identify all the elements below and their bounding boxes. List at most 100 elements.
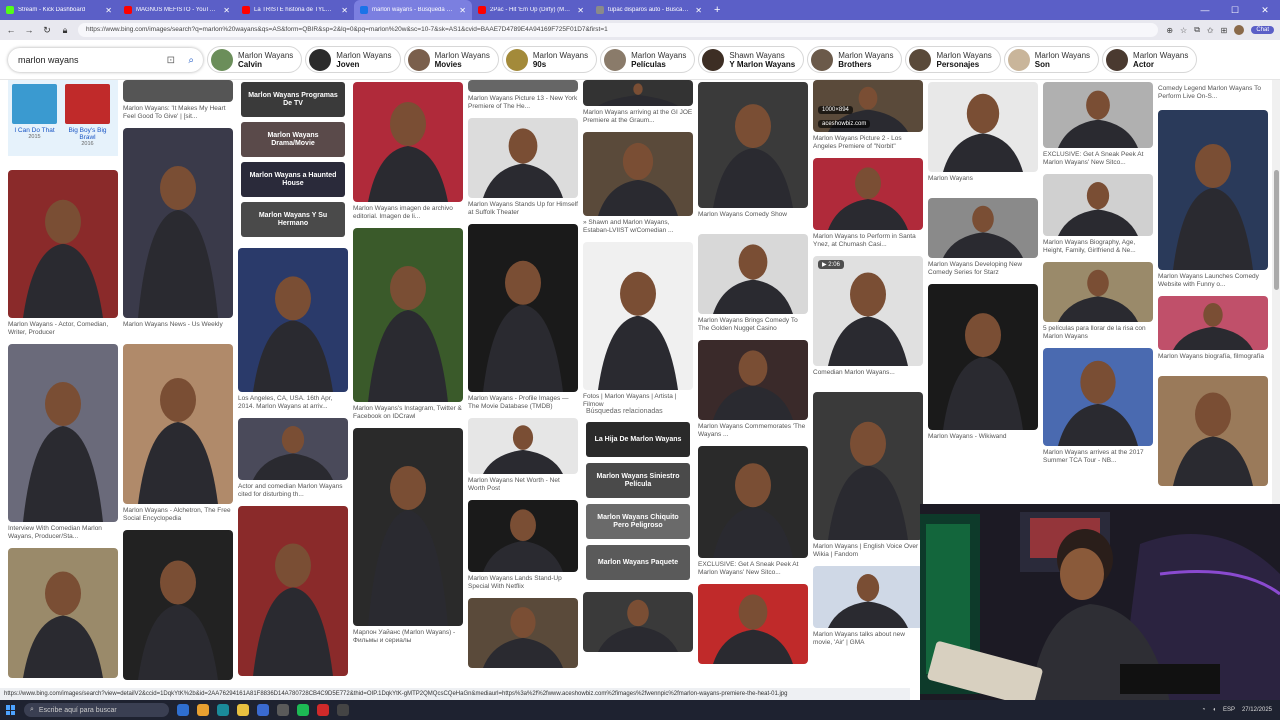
browser-tab[interactable]: tupac disparos auto - Buscar con ✕ [590, 0, 708, 20]
result-thumbnail[interactable] [583, 80, 693, 106]
related-search-chip[interactable]: Marlon Wayans Movies [403, 46, 499, 73]
result-caption[interactable]: Marlon Wayans: 'It Makes My Heart Feel G… [123, 105, 233, 121]
url-field[interactable]: https://www.bing.com/images/search?q=mar… [78, 23, 1159, 37]
result-thumbnail[interactable] [813, 158, 923, 230]
title-tile[interactable]: Big Boy's Big Brawl 2016 [65, 84, 110, 152]
related-search-chip[interactable]: Marlon Wayans Son [1003, 46, 1100, 73]
result-caption[interactable]: Marlon Wayans - Alchetron, The Free Soci… [123, 507, 233, 523]
title-tile[interactable]: I Can Do That 2015 [12, 84, 57, 152]
result-caption[interactable]: Marlon Wayans Brings Comedy To The Golde… [698, 317, 808, 333]
image-result[interactable] [123, 530, 233, 680]
image-result[interactable] [583, 592, 693, 652]
language-icon[interactable]: ESP [1223, 707, 1235, 713]
related-search-chip[interactable]: Marlon Wayans Brothers [807, 46, 903, 73]
volume-icon[interactable]: ◖ [1212, 707, 1216, 713]
result-caption[interactable]: Actor and comedian Marlon Wayans cited f… [238, 483, 348, 499]
wifi-icon[interactable]: ◔ [1202, 707, 1206, 713]
clock-date[interactable]: 27/12/2025 [1242, 707, 1272, 714]
result-thumbnail[interactable] [813, 392, 923, 540]
image-result[interactable]: Marlon Wayans Brings Comedy To The Golde… [698, 234, 808, 333]
result-caption[interactable]: Marlon Wayans Stands Up for Himself at S… [468, 201, 578, 217]
image-result[interactable]: EXCLUSIVE: Get A Sneak Peek At Marlon Wa… [698, 446, 808, 577]
image-result[interactable]: ▶ 2:06 Comedian Marlon Wayans... [813, 256, 923, 385]
tab-close-icon[interactable]: ✕ [223, 6, 230, 15]
result-caption[interactable]: 5 películas para llorar de la risa con M… [1043, 325, 1153, 341]
related-search-tile[interactable]: Marlon Wayans Paquete [586, 545, 690, 580]
related-search-chip[interactable]: Marlon Wayans Joven [305, 46, 401, 73]
browser-tab[interactable]: 2Pac - Hit 'Em Up (Dirty) (Music V ✕ [472, 0, 590, 20]
image-result[interactable] [468, 598, 578, 668]
result-thumbnail[interactable] [468, 80, 578, 92]
result-thumbnail[interactable] [1043, 174, 1153, 236]
image-result[interactable]: Marlon Wayans Developing New Comedy Seri… [928, 198, 1038, 277]
image-result[interactable]: Marlon Wayans - Actor, Comedian, Writer,… [8, 170, 118, 337]
image-result[interactable]: Fotos | Marlon Wayans | Artista | Filmow [583, 242, 693, 409]
result-caption[interactable]: Marlon Wayans arriving at the GI JOE Pre… [583, 109, 693, 125]
result-thumbnail[interactable] [1043, 262, 1153, 322]
search-icon[interactable]: ⌕ [188, 55, 194, 66]
task-view-icon[interactable] [177, 704, 189, 716]
result-thumbnail[interactable] [698, 584, 808, 664]
store-icon[interactable] [257, 704, 269, 716]
image-result[interactable]: Marlon Wayans imagen de archivo editoria… [353, 82, 463, 221]
image-result[interactable]: Marlon Wayans Commemorates 'The Wayans .… [698, 340, 808, 439]
search-input[interactable] [18, 55, 163, 65]
result-thumbnail[interactable] [583, 592, 693, 652]
image-result[interactable]: 5 películas para llorar de la risa con M… [1043, 262, 1153, 341]
file-explorer-icon[interactable] [237, 704, 249, 716]
spotify-icon[interactable] [297, 704, 309, 716]
favorites-icon[interactable]: ✩ [1207, 26, 1214, 35]
result-caption[interactable]: Marlon Wayans Picture 13 - New York Prem… [468, 95, 578, 111]
image-result[interactable]: Marlon Wayans to Perform in Santa Ynez, … [813, 158, 923, 249]
result-caption[interactable]: EXCLUSIVE: Get A Sneak Peek At Marlon Wa… [1043, 151, 1153, 167]
star-icon[interactable]: ☆ [1180, 26, 1187, 35]
browser-tab[interactable]: Stream - Kick Dashboard ✕ [0, 0, 118, 20]
tab-close-icon[interactable]: ✕ [459, 6, 466, 15]
related-search-tile[interactable]: Marlon Wayans a Haunted House [241, 162, 345, 197]
image-result[interactable]: Marlon Wayans Biography, Age, Height, Fa… [1043, 174, 1153, 255]
image-result[interactable]: Los Angeles, CA, USA. 16th Apr, 2014. Ma… [238, 248, 348, 411]
image-result[interactable]: Marlon Wayans [928, 82, 1038, 191]
result-thumbnail[interactable] [928, 198, 1038, 258]
result-caption[interactable]: Marlon Wayans | English Voice Over Wikia… [813, 543, 923, 559]
tab-close-icon[interactable]: ✕ [695, 6, 702, 15]
result-thumbnail[interactable] [1043, 82, 1153, 148]
result-thumbnail[interactable] [928, 284, 1038, 430]
result-thumbnail[interactable] [468, 598, 578, 668]
image-result[interactable]: Marlon Wayans Launches Comedy Website wi… [1158, 110, 1268, 289]
result-thumbnail[interactable] [928, 82, 1038, 172]
scrollbar-thumb[interactable] [1274, 170, 1279, 290]
image-result[interactable]: Marlon Wayans Lands Stand-Up Special Wit… [468, 500, 578, 591]
result-thumbnail[interactable] [238, 248, 348, 392]
result-caption[interactable]: Marlon Wayans Picture 2 - Los Angeles Pr… [813, 135, 923, 151]
result-caption[interactable]: Marlon Wayans imagen de archivo editoria… [353, 205, 463, 221]
related-search-tile[interactable]: Marlon Wayans Y Su Hermano [241, 202, 345, 237]
result-caption[interactable]: Марлон Уайанс (Marlon Wayans) - Фильмы и… [353, 629, 463, 645]
extensions-icon[interactable]: ⧉ [1194, 25, 1200, 35]
recording-app-icon[interactable] [317, 704, 329, 716]
result-thumbnail[interactable] [468, 500, 578, 572]
image-result[interactable]: Actor and comedian Marlon Wayans cited f… [238, 418, 348, 499]
chrome-icon[interactable] [197, 704, 209, 716]
result-thumbnail[interactable] [1043, 348, 1153, 446]
result-caption[interactable]: Marlon Wayans - Profile Images — The Mov… [468, 395, 578, 411]
related-search-chip[interactable]: Marlon Wayans Actor [1102, 46, 1198, 73]
result-caption[interactable]: Marlon Wayans Developing New Comedy Seri… [928, 261, 1038, 277]
result-thumbnail[interactable] [468, 418, 578, 474]
app-icon[interactable] [277, 704, 289, 716]
tab-close-icon[interactable]: ✕ [577, 6, 584, 15]
related-search-chip[interactable]: Shawn Wayans Y Marlon Wayans [698, 46, 805, 73]
result-thumbnail[interactable] [123, 80, 233, 102]
image-result[interactable]: Marlon Wayans Picture 13 - New York Prem… [468, 80, 578, 111]
image-result[interactable]: » Shawn and Marlon Wayans, Estaban-LVIIS… [583, 132, 693, 235]
image-result[interactable]: Marlon Wayans's Instagram, Twitter & Fac… [353, 228, 463, 421]
result-caption[interactable]: Marlon Wayans talks about new movie, 'Ai… [813, 631, 923, 647]
result-caption[interactable]: Marlon Wayans Launches Comedy Website wi… [1158, 273, 1268, 289]
image-result[interactable]: 1000×894 aceshowbiz.com Marlon Wayans Pict… [813, 80, 923, 151]
result-caption[interactable]: EXCLUSIVE: Get A Sneak Peek At Marlon Wa… [698, 561, 808, 577]
result-thumbnail[interactable] [238, 418, 348, 480]
image-result[interactable] [1158, 376, 1268, 486]
browser-tab[interactable]: marlon wayans - Búsqueda Imáge ✕ [354, 0, 472, 20]
image-result[interactable]: Marlon Wayans Net Worth - Net Worth Post [468, 418, 578, 493]
image-result[interactable]: EXCLUSIVE: Get A Sneak Peek At Marlon Wa… [1043, 82, 1153, 167]
